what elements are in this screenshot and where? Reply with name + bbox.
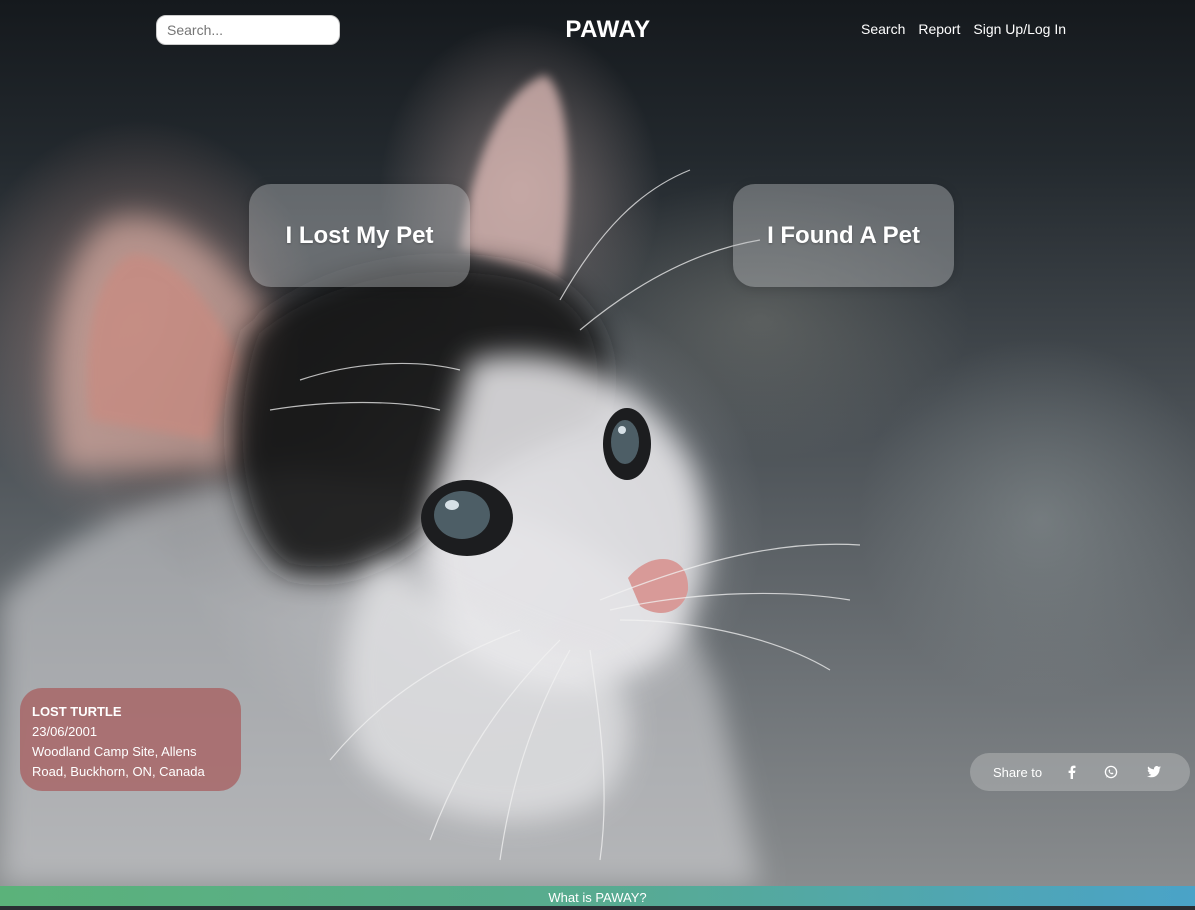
alert-title: LOST TURTLE xyxy=(32,704,122,719)
what-is-paway-bar[interactable]: What is PAWAY? xyxy=(0,886,1195,906)
found-pet-button[interactable]: I Found A Pet xyxy=(733,184,954,287)
top-navigation-bar: PAWAY Search Report Sign Up/Log In xyxy=(0,0,1195,60)
twitter-icon[interactable] xyxy=(1146,764,1162,780)
brand-logo-text[interactable]: PAWAY xyxy=(508,16,708,44)
alert-date: 23/06/2001 xyxy=(32,724,98,739)
main-nav: Search Report Sign Up/Log In xyxy=(861,21,1066,37)
share-bar: Share to xyxy=(970,753,1190,791)
lost-pet-alert-card[interactable]: LOST TURTLE 23/06/2001 Woodland Camp Sit… xyxy=(20,688,241,791)
alert-address-line-1: Woodland Camp Site, Allens xyxy=(32,744,197,759)
search-input[interactable] xyxy=(156,15,340,45)
nav-link-search[interactable]: Search xyxy=(861,21,905,37)
nav-link-signup-login[interactable]: Sign Up/Log In xyxy=(973,21,1066,37)
whatsapp-icon[interactable] xyxy=(1103,764,1119,780)
nav-link-report[interactable]: Report xyxy=(918,21,960,37)
facebook-icon[interactable] xyxy=(1063,764,1079,780)
alert-address-line-2: Road, Buckhorn, ON, Canada xyxy=(32,764,205,779)
lost-pet-button[interactable]: I Lost My Pet xyxy=(249,184,470,287)
share-label: Share to xyxy=(993,764,1043,780)
